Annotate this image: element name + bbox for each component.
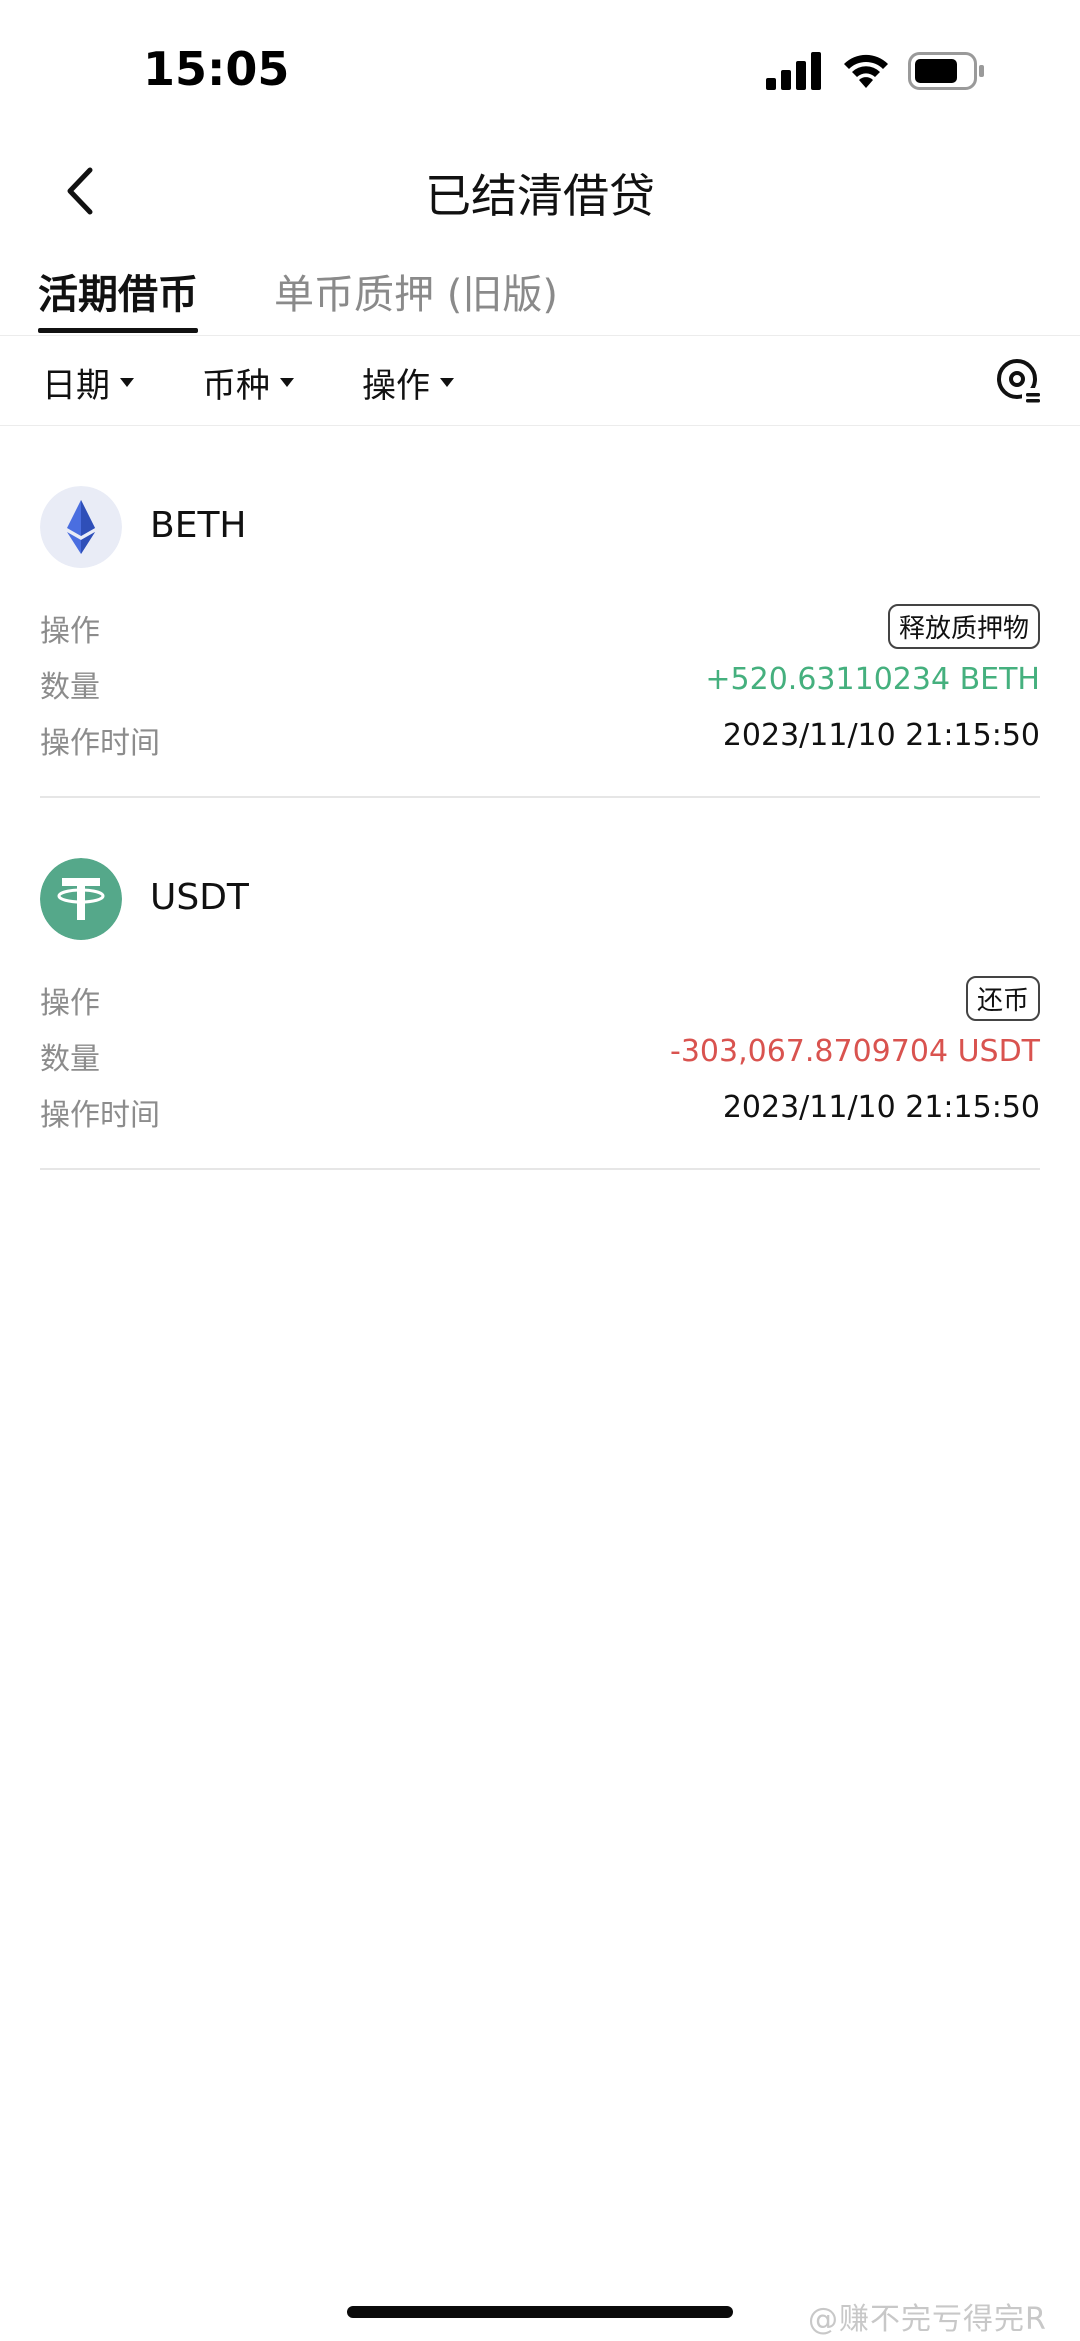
coin-name: BETH — [150, 505, 247, 546]
battery-icon — [908, 52, 984, 90]
filter-date[interactable]: 日期 — [42, 358, 134, 407]
operation-badge: 还币 — [965, 976, 1040, 1021]
page-title: 已结清借贷 — [425, 169, 655, 223]
record-card: USDT 操作 还币 数量 -303,067.8709704 USDT 操作时间… — [0, 842, 1080, 1172]
cellular-signal-icon — [766, 52, 821, 90]
operation-badge: 释放质押物 — [887, 604, 1040, 649]
operation-label: 操作 — [40, 986, 100, 1021]
ethereum-icon — [40, 486, 122, 568]
amount-value: +520.63110234 BETH — [705, 662, 1040, 697]
filter-settings-icon[interactable] — [996, 358, 1042, 404]
divider — [0, 425, 1080, 426]
active-tab-indicator — [38, 328, 198, 333]
caret-down-icon — [280, 378, 294, 387]
filter-coin-label: 币种 — [202, 366, 270, 406]
time-value: 2023/11/10 21:15:50 — [722, 1090, 1040, 1125]
caret-down-icon — [440, 378, 454, 387]
caret-down-icon — [120, 378, 134, 387]
filter-operation-label: 操作 — [362, 366, 430, 406]
filter-operation[interactable]: 操作 — [362, 358, 454, 407]
filter-coin[interactable]: 币种 — [202, 358, 294, 407]
filter-date-label: 日期 — [42, 366, 110, 406]
amount-value: -303,067.8709704 USDT — [670, 1034, 1040, 1069]
time-label: 操作时间 — [40, 1098, 160, 1133]
divider — [40, 1168, 1040, 1170]
divider — [0, 335, 1080, 336]
coin-name: USDT — [150, 877, 249, 918]
divider — [40, 796, 1040, 798]
status-time: 15:05 — [143, 42, 290, 96]
amount-label: 数量 — [40, 670, 100, 705]
time-label: 操作时间 — [40, 726, 160, 761]
tab-current-loan[interactable]: 活期借币 — [38, 262, 198, 320]
operation-label: 操作 — [40, 614, 100, 649]
home-indicator[interactable] — [347, 2306, 733, 2318]
wifi-icon — [844, 54, 888, 88]
record-card: BETH 操作 释放质押物 数量 +520.63110234 BETH 操作时间… — [0, 470, 1080, 800]
time-value: 2023/11/10 21:15:50 — [722, 718, 1040, 753]
amount-label: 数量 — [40, 1042, 100, 1077]
watermark: @赚不完亏得完R — [808, 2302, 1047, 2337]
tab-single-coin-staking[interactable]: 单币质押 (旧版) — [274, 262, 558, 320]
tether-icon — [40, 858, 122, 940]
